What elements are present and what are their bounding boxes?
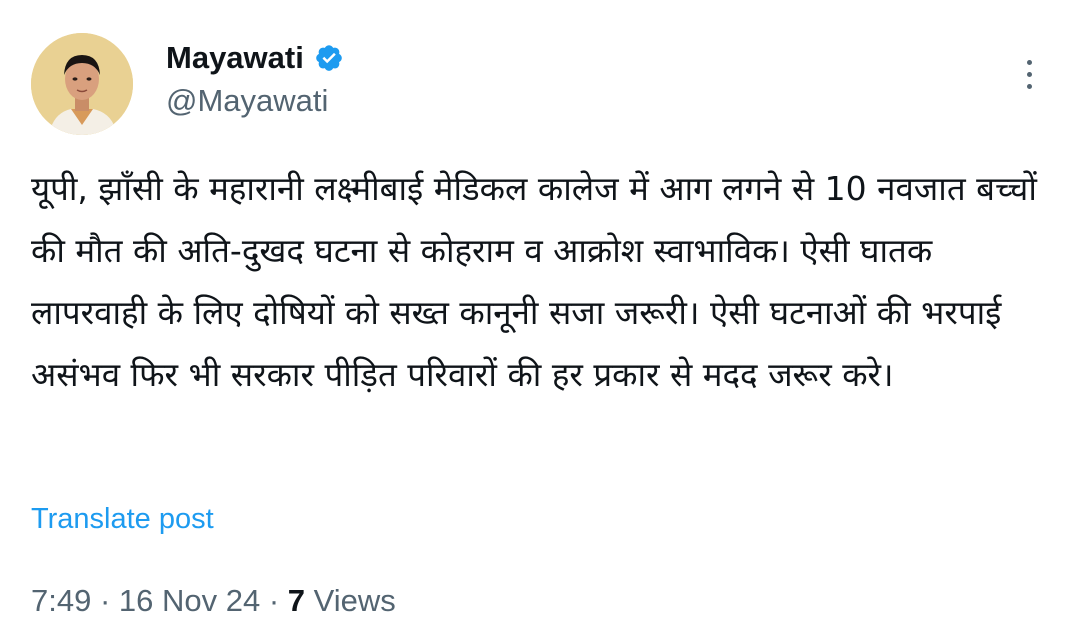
- author-name[interactable]: Mayawati: [166, 40, 304, 76]
- views-label: Views: [305, 583, 396, 618]
- translate-post-link[interactable]: Translate post: [31, 503, 214, 536]
- author-name-row[interactable]: Mayawati: [166, 40, 344, 76]
- meta-separator: ·: [91, 583, 119, 618]
- views-count: 7: [287, 583, 306, 618]
- tweet-date[interactable]: 16 Nov 24: [119, 583, 260, 619]
- avatar[interactable]: [31, 33, 133, 135]
- more-options-button[interactable]: [1016, 54, 1042, 94]
- tweet-meta: 7:49 · 16 Nov 24 · 7 Views: [31, 583, 396, 619]
- tweet-time[interactable]: 7:49: [31, 583, 91, 619]
- tweet-text: यूपी, झाँसी के महारानी लक्ष्मीबाई मेडिकल…: [31, 169, 1037, 394]
- meta-separator: ·: [260, 583, 288, 618]
- more-vertical-icon: [1026, 59, 1032, 65]
- author-handle[interactable]: @Mayawati: [166, 83, 328, 119]
- profile-photo: [31, 33, 133, 135]
- verified-badge-icon: [316, 45, 342, 71]
